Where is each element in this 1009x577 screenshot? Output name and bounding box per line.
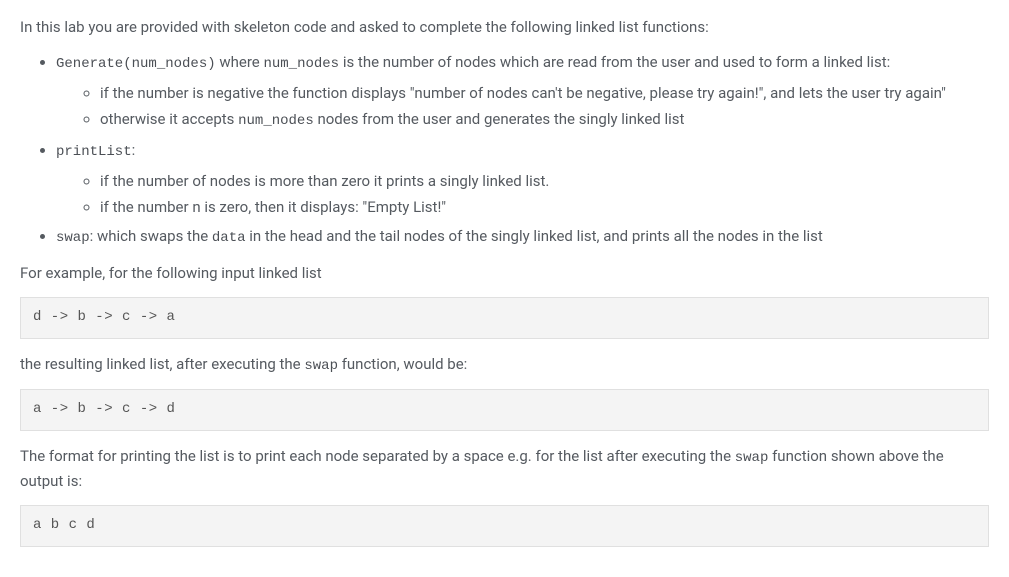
generate-func-code: Generate(num_nodes) bbox=[56, 56, 216, 72]
generate-tail: is the number of nodes which are read fr… bbox=[339, 53, 890, 71]
resulting-post: function, would be: bbox=[338, 355, 467, 373]
resulting-pre: the resulting linked list, after executi… bbox=[20, 355, 304, 373]
printlist-item: printList if the number of nodes is more… bbox=[56, 139, 989, 219]
generate-sub2: otherwise it accepts num_nodes nodes fro… bbox=[100, 108, 989, 133]
resulting-swap-code: swap bbox=[304, 358, 338, 374]
resulting-paragraph: the resulting linked list, after executi… bbox=[20, 353, 989, 378]
swap-item: swap: which swaps the data in the head a… bbox=[56, 225, 989, 250]
generate-item: Generate(num_nodes) where num_nodes is t… bbox=[56, 51, 989, 133]
codeblock-output: a b c d bbox=[20, 505, 989, 547]
printlist-sub1: if the number of nodes is more than zero… bbox=[100, 170, 989, 193]
generate-sub1: if the number is negative the function d… bbox=[100, 82, 989, 105]
generate-sub2-post: nodes from the user and generates the si… bbox=[314, 110, 685, 128]
printlist-sub2: if the number n is zero, then it display… bbox=[100, 196, 989, 219]
generate-mid: where bbox=[216, 53, 264, 71]
swap-data-code: data bbox=[212, 230, 246, 246]
format-paragraph: The format for printing the list is to p… bbox=[20, 445, 989, 493]
codeblock-result-list: a -> b -> c -> d bbox=[20, 389, 989, 431]
swap-text2: in the head and the tail nodes of the si… bbox=[246, 227, 823, 245]
swap-text1: : which swaps the bbox=[90, 227, 212, 245]
generate-sublist: if the number is negative the function d… bbox=[56, 82, 989, 133]
printlist-sublist: if the number of nodes is more than zero… bbox=[56, 170, 989, 220]
printlist-func-code: printList bbox=[56, 144, 132, 160]
intro-paragraph: In this lab you are provided with skelet… bbox=[20, 16, 989, 39]
example-intro: For example, for the following input lin… bbox=[20, 262, 989, 285]
generate-sub2-pre: otherwise it accepts bbox=[100, 110, 238, 128]
generate-sub2-code: num_nodes bbox=[238, 113, 314, 129]
generate-arg-code: num_nodes bbox=[263, 56, 339, 72]
printlist-colon bbox=[132, 141, 136, 159]
swap-func-code: swap bbox=[56, 230, 90, 246]
functions-list: Generate(num_nodes) where num_nodes is t… bbox=[20, 51, 989, 250]
codeblock-input-list: d -> b -> c -> a bbox=[20, 297, 989, 339]
format-swap-code: swap bbox=[735, 450, 769, 466]
format-pre: The format for printing the list is to p… bbox=[20, 447, 735, 465]
